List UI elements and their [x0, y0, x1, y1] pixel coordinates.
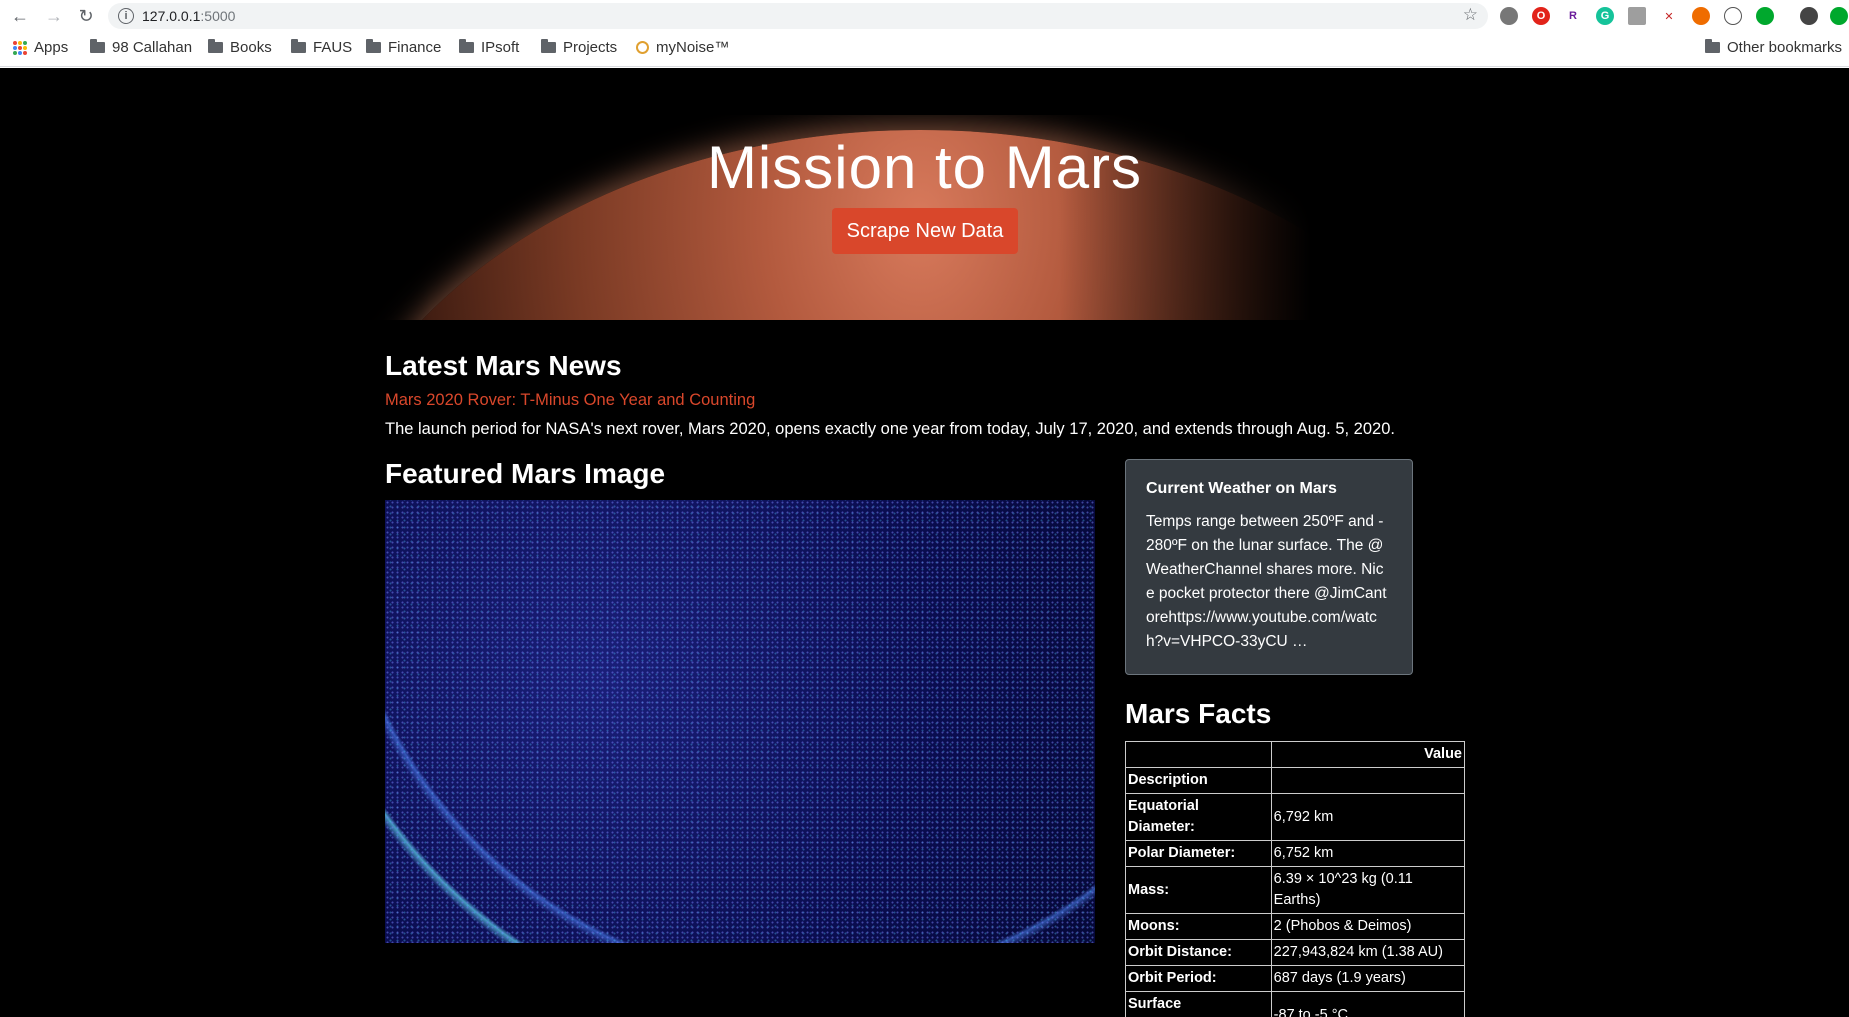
bookmark-label: Other bookmarks [1727, 39, 1843, 56]
bookmark-label: Apps [34, 39, 69, 56]
news-paragraph: The launch period for NASA's next rover,… [385, 420, 1395, 438]
bookmark-label: FAUS [313, 39, 353, 56]
bookmark-label: Books [230, 39, 272, 56]
grammarly-icon[interactable]: G [1596, 7, 1614, 25]
bookmark-label: 98 Callahan [112, 39, 193, 56]
evernote-icon[interactable] [1756, 7, 1774, 25]
extension-icon[interactable] [1830, 7, 1848, 25]
back-arrow-icon[interactable]: ← [8, 4, 32, 28]
folder-icon [208, 39, 223, 53]
featured-image-noise [385, 500, 1095, 943]
bookmark-label: IPsoft [481, 39, 520, 56]
extension-icon[interactable]: ✕ [1660, 7, 1678, 25]
bookmark-star-icon[interactable]: ☆ [1463, 5, 1478, 25]
mars-facts-table: Value Description Equatorial Diameter: 6,… [1125, 741, 1466, 1017]
url-host: 127.0.0.1 [142, 8, 201, 24]
weather-heading: Current Weather on Mars [1146, 480, 1337, 497]
extension-icon[interactable]: O [1532, 7, 1550, 25]
bookmark-label: Finance [388, 39, 442, 56]
fact-value: 6.39 × 10^23 kg (0.11 Earths) [1270, 866, 1466, 914]
folder-icon [291, 39, 306, 53]
folder-icon [1705, 39, 1720, 53]
news-title-link[interactable]: Mars 2020 Rover: T-Minus One Year and Co… [385, 391, 755, 410]
fact-value: 2 (Phobos & Deimos) [1270, 913, 1466, 940]
bookmark-folder[interactable]: IPsoft [459, 39, 519, 56]
table-cell-empty [1270, 767, 1466, 794]
bookmark-label: myNoise™ [656, 39, 730, 56]
fact-value: 687 days (1.9 years) [1270, 965, 1466, 992]
browser-toolbar: ← → ↻ i 127.0.0.1:5000 ☆ O R G ✕ [0, 0, 1849, 32]
table-row: Surface Temperature:-87 to -5 °C [1125, 991, 1466, 1017]
featured-heading: Featured Mars Image [385, 458, 666, 489]
fact-key: Moons: [1125, 913, 1272, 940]
extension-icon[interactable] [1692, 7, 1710, 25]
apps-grid-icon [13, 40, 27, 55]
bookmark-label: Projects [563, 39, 618, 56]
fact-value: -87 to -5 °C [1270, 991, 1466, 1017]
bookmarks-bar: Apps 98 Callahan Books FAUS Finance IPso… [0, 36, 1849, 62]
table-row: Polar Diameter: 6,752 km [1125, 840, 1466, 867]
table-row: Mass: 6.39 × 10^23 kg (0.11 Earths) [1125, 866, 1466, 914]
address-bar[interactable]: i 127.0.0.1:5000 ☆ [108, 3, 1488, 29]
facts-heading: Mars Facts [1125, 698, 1272, 729]
extension-icon[interactable] [1724, 7, 1742, 25]
url-port: :5000 [200, 8, 236, 24]
bookmark-folder[interactable]: Projects [541, 39, 617, 56]
bookmark-apps[interactable]: Apps [13, 39, 68, 56]
table-row: Orbit Distance: 227,943,824 km (1.38 AU) [1125, 939, 1466, 966]
bookmark-site[interactable]: myNoise™ [636, 39, 729, 56]
fact-key: Orbit Period: [1125, 965, 1272, 992]
folder-icon [90, 39, 105, 53]
fact-key: Mass: [1125, 866, 1272, 914]
extension-icon[interactable]: R [1564, 7, 1582, 25]
forward-arrow-icon[interactable]: → [42, 4, 66, 28]
weather-card: Current Weather on Mars Temps range betw… [1125, 459, 1413, 675]
reload-icon[interactable]: ↻ [74, 4, 98, 28]
table-header-row: Value [1125, 741, 1466, 768]
other-bookmarks[interactable]: Other bookmarks [1705, 39, 1842, 56]
profile-avatar[interactable] [1800, 7, 1818, 25]
fact-key: Orbit Distance: [1125, 939, 1272, 966]
extension-icon[interactable] [1628, 7, 1646, 25]
folder-icon [541, 39, 556, 53]
table-header-empty [1125, 741, 1272, 768]
table-row: Moons: 2 (Phobos & Deimos) [1125, 913, 1466, 940]
fact-value: 6,752 km [1270, 840, 1466, 867]
fact-value: 227,943,824 km (1.38 AU) [1270, 939, 1466, 966]
page-title: Mission to Mars [706, 134, 1143, 201]
bookmark-folder[interactable]: 98 Callahan [90, 39, 192, 56]
weather-text: Temps range between 250ºF and -280ºF on … [1146, 513, 1387, 650]
table-header-value: Value [1270, 741, 1466, 768]
fact-key: Surface Temperature: [1125, 991, 1272, 1017]
bookmark-folder[interactable]: Books [208, 39, 272, 56]
mynoise-icon [636, 41, 649, 54]
featured-mars-image[interactable] [385, 500, 1095, 943]
fact-key: Equatorial Diameter: [1125, 793, 1272, 841]
folder-icon [366, 39, 381, 53]
extension-icon[interactable] [1500, 7, 1518, 25]
scrape-new-data-button[interactable]: Scrape New Data [832, 208, 1018, 254]
browser-chrome: ← → ↻ i 127.0.0.1:5000 ☆ O R G ✕ Apps 98… [0, 0, 1849, 68]
fact-key: Polar Diameter: [1125, 840, 1272, 867]
bookmark-folder[interactable]: FAUS [291, 39, 352, 56]
folder-icon [459, 39, 474, 53]
chrome-divider [0, 66, 1849, 67]
info-icon[interactable]: i [118, 8, 134, 24]
table-row: Description [1125, 767, 1466, 794]
fact-value: 6,792 km [1270, 793, 1466, 841]
url-text: 127.0.0.1:5000 [142, 8, 235, 24]
table-row: Equatorial Diameter: 6,792 km [1125, 793, 1466, 841]
news-heading: Latest Mars News [385, 350, 622, 381]
bookmark-folder[interactable]: Finance [366, 39, 441, 56]
table-cell-description: Description [1125, 767, 1272, 794]
table-row: Orbit Period: 687 days (1.9 years) [1125, 965, 1466, 992]
